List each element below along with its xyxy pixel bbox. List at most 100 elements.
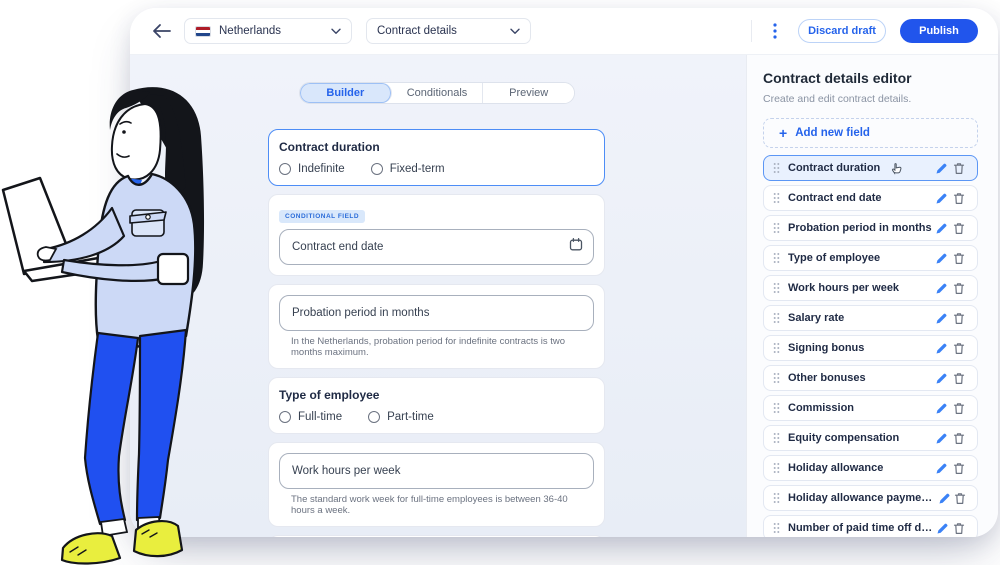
edit-field-button[interactable] xyxy=(932,429,950,447)
back-button[interactable] xyxy=(148,18,174,44)
drag-handle-icon[interactable] xyxy=(773,282,780,294)
country-select[interactable]: Netherlands xyxy=(184,18,352,44)
delete-field-button[interactable] xyxy=(952,489,968,507)
trash-icon xyxy=(953,252,965,265)
topbar-divider xyxy=(751,20,752,42)
contract-duration-title: Contract duration xyxy=(279,140,594,154)
delete-field-button[interactable] xyxy=(950,249,968,267)
field-item-label: Salary rate xyxy=(788,312,844,324)
field-item-label: Signing bonus xyxy=(788,342,864,354)
delete-field-button[interactable] xyxy=(950,429,968,447)
edit-field-button[interactable] xyxy=(936,489,952,507)
shoe-icon xyxy=(134,521,182,556)
edit-field-button[interactable] xyxy=(932,399,950,417)
delete-field-button[interactable] xyxy=(950,459,968,477)
field-item-salary-rate[interactable]: Salary rate xyxy=(763,305,978,331)
drag-handle-icon[interactable] xyxy=(773,372,780,384)
delete-field-button[interactable] xyxy=(950,399,968,417)
drag-handle-icon[interactable] xyxy=(773,222,780,234)
work-hours-card[interactable]: The standard work week for full-time emp… xyxy=(268,442,605,527)
radio-circle-icon xyxy=(279,411,291,423)
field-item-contract-duration[interactable]: Contract duration xyxy=(763,155,978,181)
work-hours-help-text: The standard work week for full-time emp… xyxy=(291,494,594,516)
drag-handle-icon[interactable] xyxy=(773,402,780,414)
pencil-icon xyxy=(935,222,948,235)
drag-handle-icon[interactable] xyxy=(773,192,780,204)
tab-builder[interactable]: Builder xyxy=(300,83,392,103)
edit-field-button[interactable] xyxy=(932,249,950,267)
delete-field-button[interactable] xyxy=(950,279,968,297)
delete-field-button[interactable] xyxy=(950,339,968,357)
delete-field-button[interactable] xyxy=(950,309,968,327)
field-item-probation[interactable]: Probation period in months xyxy=(763,215,978,241)
edit-field-button[interactable] xyxy=(932,369,950,387)
field-item-label: Holiday allowance xyxy=(788,462,883,474)
publish-button[interactable]: Publish xyxy=(900,19,978,43)
discard-draft-button[interactable]: Discard draft xyxy=(798,19,886,43)
edit-field-button[interactable] xyxy=(932,309,950,327)
drag-handle-icon[interactable] xyxy=(773,432,780,444)
field-item-signing-bonus[interactable]: Signing bonus xyxy=(763,335,978,361)
edit-field-button[interactable] xyxy=(933,519,950,537)
delete-field-button[interactable] xyxy=(950,219,968,237)
drag-handle-icon[interactable] xyxy=(773,342,780,354)
edit-field-button[interactable] xyxy=(932,219,950,237)
field-item-work-hours[interactable]: Work hours per week xyxy=(763,275,978,301)
delete-field-button[interactable] xyxy=(950,189,968,207)
employee-type-card[interactable]: Type of employee Full-time Part-time xyxy=(268,377,605,434)
field-item-holiday-allowance[interactable]: Holiday allowance xyxy=(763,455,978,481)
builder-tabs: Builder Conditionals Preview xyxy=(299,82,575,104)
field-item-commission[interactable]: Commission xyxy=(763,395,978,421)
contract-details-editor-panel: Contract details editor Create and edit … xyxy=(746,55,998,537)
topbar: Netherlands Contract details xyxy=(130,8,998,55)
radio-indefinite[interactable]: Indefinite xyxy=(279,163,345,175)
field-item-holiday-frequency[interactable]: Holiday allowance payment fre... xyxy=(763,485,978,511)
contract-end-date-input[interactable] xyxy=(279,229,594,265)
edit-field-button[interactable] xyxy=(932,279,950,297)
delete-field-button[interactable] xyxy=(950,159,968,177)
trash-icon xyxy=(953,462,965,475)
conditional-field-badge: CONDITIONAL FIELD xyxy=(279,210,365,223)
drag-handle-icon[interactable] xyxy=(773,162,780,174)
pencil-icon xyxy=(935,432,948,445)
drag-handle-icon[interactable] xyxy=(773,522,780,534)
field-item-equity[interactable]: Equity compensation xyxy=(763,425,978,451)
contract-duration-card[interactable]: Contract duration Indefinite Fixed-term xyxy=(268,129,605,186)
employee-type-title: Type of employee xyxy=(279,388,594,402)
add-new-field-label: Add new field xyxy=(795,127,870,139)
tab-conditionals[interactable]: Conditionals xyxy=(392,83,484,103)
edit-field-button[interactable] xyxy=(932,159,950,177)
drag-handle-icon[interactable] xyxy=(773,312,780,324)
field-item-contract-end-date[interactable]: Contract end date xyxy=(763,185,978,211)
field-item-pto-days[interactable]: Number of paid time off days xyxy=(763,515,978,537)
drag-handle-icon[interactable] xyxy=(773,492,780,504)
contract-end-date-card[interactable]: CONDITIONAL FIELD xyxy=(268,194,605,276)
radio-fixed-term[interactable]: Fixed-term xyxy=(371,163,445,175)
delete-field-button[interactable] xyxy=(950,369,968,387)
field-item-employee-type[interactable]: Type of employee xyxy=(763,245,978,271)
edit-field-button[interactable] xyxy=(932,339,950,357)
drag-handle-icon[interactable] xyxy=(773,462,780,474)
work-hours-input[interactable] xyxy=(279,453,594,489)
edit-field-button[interactable] xyxy=(932,189,950,207)
tab-preview[interactable]: Preview xyxy=(483,83,574,103)
salary-rate-card[interactable]: Salary rate xyxy=(268,535,605,537)
field-item-label: Probation period in months xyxy=(788,222,932,234)
drag-handle-icon[interactable] xyxy=(773,252,780,264)
edit-field-button[interactable] xyxy=(932,459,950,477)
field-item-other-bonuses[interactable]: Other bonuses xyxy=(763,365,978,391)
radio-full-time[interactable]: Full-time xyxy=(279,411,342,423)
page: Netherlands Contract details xyxy=(0,0,1000,565)
field-list: Contract duration Contract end date xyxy=(763,155,978,537)
radio-part-time[interactable]: Part-time xyxy=(368,411,434,423)
add-new-field-button[interactable]: + Add new field xyxy=(763,118,978,148)
trash-icon xyxy=(953,342,965,355)
probation-card[interactable]: In the Netherlands, probation period for… xyxy=(268,284,605,369)
delete-field-button[interactable] xyxy=(951,519,968,537)
probation-input[interactable] xyxy=(279,295,594,331)
pencil-icon xyxy=(935,312,948,325)
more-options-button[interactable] xyxy=(766,20,784,42)
pencil-icon xyxy=(935,372,948,385)
pencil-icon xyxy=(935,402,948,415)
section-select[interactable]: Contract details xyxy=(366,18,531,44)
